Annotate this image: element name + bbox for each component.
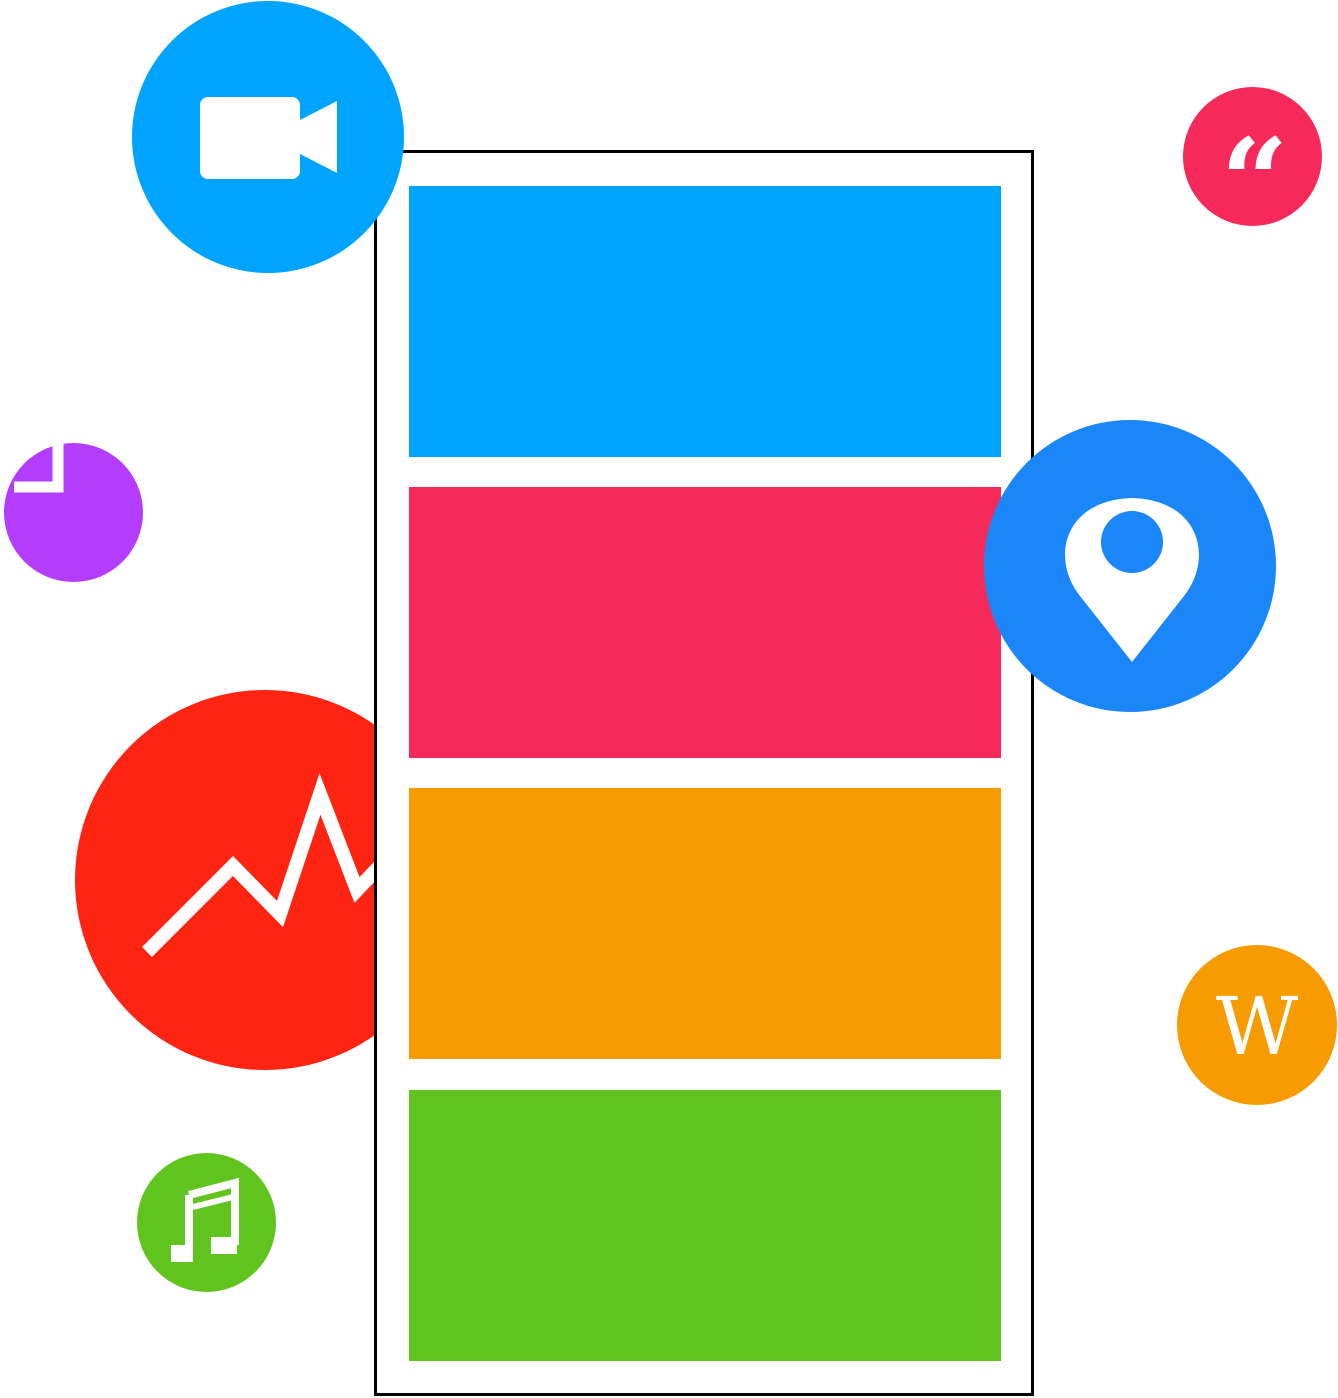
content-block-green — [409, 1090, 1001, 1361]
content-block-pink — [409, 487, 1001, 758]
video-camera-icon — [200, 97, 337, 179]
wikipedia-icon: W — [1215, 980, 1299, 1073]
music-note-icon — [171, 1177, 239, 1262]
location-bubble[interactable] — [984, 420, 1276, 712]
phone-frame — [374, 150, 1034, 1396]
content-block-blue — [409, 186, 1001, 457]
quote-icon: “ — [1220, 111, 1289, 226]
music-bubble[interactable] — [137, 1153, 276, 1292]
clock-bubble[interactable] — [4, 443, 143, 582]
wiki-bubble[interactable]: W — [1177, 945, 1337, 1105]
quote-bubble[interactable]: “ — [1183, 87, 1322, 226]
video-bubble[interactable] — [132, 1, 404, 273]
content-block-orange — [409, 788, 1001, 1059]
location-pin-icon — [1065, 498, 1199, 662]
clock-icon — [14, 443, 64, 493]
